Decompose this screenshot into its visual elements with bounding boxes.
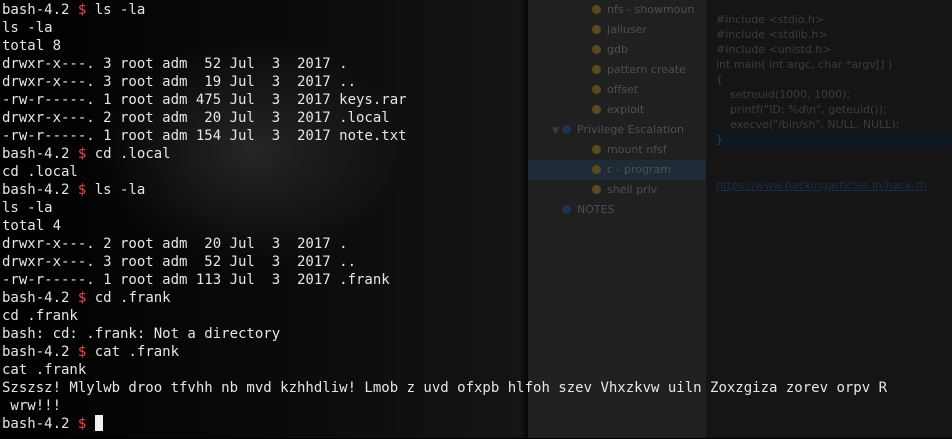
terminal-output[interactable]: bash-4.2 $ ls -la ls -la total 8 drwxr-x---…: [2, 0, 952, 439]
terminal-output-line: cd .frank: [2, 308, 78, 324]
prompt-dollar: $: [77, 344, 87, 360]
terminal-output-line: wrw!!!: [2, 398, 62, 414]
terminal-output-line: drwxr-x---. 2 root adm 20 Jul 3 2017 .: [2, 236, 348, 252]
prompt-host: bash-4.2: [2, 290, 70, 306]
terminal-output-line: total 8: [2, 38, 62, 54]
prompt-dollar: $: [77, 2, 87, 18]
terminal-output-line: Szszsz! Mlylwb droo tfvhh nb mvd kzhhdli…: [2, 380, 888, 396]
prompt-host: bash-4.2: [2, 146, 70, 162]
terminal-output-line: -rw-r-----. 1 root adm 113 Jul 3 2017 .f…: [2, 272, 390, 288]
terminal-output-line: cd .local: [2, 164, 78, 180]
prompt-host: bash-4.2: [2, 416, 70, 432]
prompt-dollar: $: [77, 182, 87, 198]
terminal-output-line: -rw-r-----. 1 root adm 154 Jul 3 2017 no…: [2, 128, 407, 144]
terminal-output-line: cat .frank: [2, 362, 87, 378]
prompt-command: cd .local: [94, 146, 171, 162]
prompt-command: ls -la: [94, 2, 146, 18]
terminal-output-line: ls -la: [2, 200, 53, 216]
prompt-command: ls -la: [94, 182, 146, 198]
terminal-cursor[interactable]: [94, 415, 103, 431]
terminal-output-line: total 4: [2, 218, 62, 234]
terminal-output-line: drwxr-x---. 3 root adm 52 Jul 3 2017 ..: [2, 254, 357, 270]
prompt-host: bash-4.2: [2, 344, 70, 360]
prompt-host: bash-4.2: [2, 2, 70, 18]
terminal-output-line: -rw-r-----. 1 root adm 475 Jul 3 2017 ke…: [2, 92, 407, 108]
terminal-prompt-line: bash-4.2 $ ls -la: [2, 1, 952, 19]
terminal-output-line: ls -la: [2, 20, 53, 36]
terminal-prompt-line: bash-4.2 $ ls -la: [2, 181, 952, 199]
terminal-output-line: drwxr-x---. 3 root adm 52 Jul 3 2017 .: [2, 56, 348, 72]
prompt-host: bash-4.2: [2, 182, 70, 198]
prompt-command: cat .frank: [94, 344, 180, 360]
terminal-output-line: drwxr-x---. 3 root adm 19 Jul 3 2017 ..: [2, 74, 357, 90]
terminal-prompt-line: bash-4.2 $ cat .frank: [2, 343, 952, 361]
terminal-prompt-line: bash-4.2 $: [2, 415, 952, 433]
prompt-dollar: $: [77, 146, 87, 162]
terminal-output-line: bash: cd: .frank: Not a directory: [2, 326, 281, 342]
terminal-prompt-line: bash-4.2 $ cd .frank: [2, 289, 952, 307]
prompt-dollar: $: [77, 416, 87, 432]
terminal-output-line: drwxr-x---. 2 root adm 20 Jul 3 2017 .lo…: [2, 110, 390, 126]
prompt-dollar: $: [77, 290, 87, 306]
prompt-command: cd .frank: [94, 290, 171, 306]
terminal-prompt-line: bash-4.2 $ cd .local: [2, 145, 952, 163]
